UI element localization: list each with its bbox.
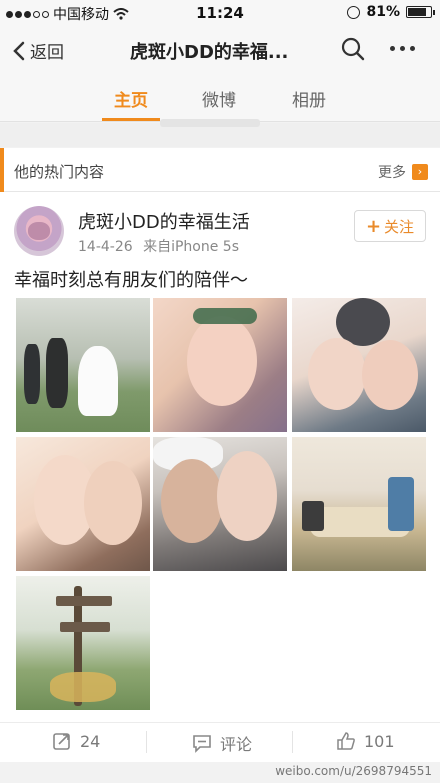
comment-label: 评论 — [220, 735, 253, 754]
photo-thumbnail[interactable] — [292, 437, 426, 571]
hot-content-header: 他的热门内容 更多 › — [0, 148, 440, 192]
avatar[interactable] — [14, 206, 64, 256]
search-icon[interactable] — [340, 36, 366, 62]
divider — [292, 731, 293, 753]
profile-tabs: 主页 微博 相册 — [0, 74, 440, 122]
repost-count: 24 — [80, 731, 101, 751]
section-gap — [0, 119, 440, 147]
rotation-lock-icon — [347, 5, 361, 19]
status-right: 81% — [347, 4, 435, 20]
plus-icon: + — [365, 215, 382, 237]
hot-content-title: 他的热门内容 — [14, 163, 105, 181]
post-card: 虎斑小DD的幸福生活 14-4-26 来自iPhone 5s + 关注 幸福时刻… — [0, 192, 440, 722]
chevron-left-icon — [13, 41, 25, 60]
photo-thumbnail[interactable] — [16, 576, 150, 710]
like-button[interactable]: 101 — [336, 731, 395, 751]
post-action-bar: 24 评论 101 — [0, 722, 440, 762]
more-icon[interactable] — [390, 46, 415, 51]
author-name[interactable]: 虎斑小DD的幸福生活 — [78, 208, 250, 234]
section-accent-bar — [0, 148, 4, 192]
thumbs-up-icon — [337, 732, 355, 750]
divider — [146, 731, 147, 753]
photo-thumbnail[interactable] — [153, 437, 287, 571]
chevron-right-icon: › — [412, 164, 428, 180]
tab-home[interactable]: 主页 — [114, 86, 148, 111]
watermark: weibo.com/u/2698794551 — [275, 764, 432, 778]
follow-label: 关注 — [384, 217, 415, 236]
back-label: 返回 — [30, 43, 64, 63]
more-link[interactable]: 更多 › — [378, 162, 428, 182]
comment-icon — [193, 735, 211, 753]
follow-button[interactable]: + 关注 — [354, 210, 426, 242]
post-text: 幸福时刻总有朋友们的陪伴～ — [14, 270, 248, 291]
post-source: 来自iPhone 5s — [143, 239, 240, 255]
repost-button[interactable]: 24 — [52, 731, 100, 751]
tab-underline — [102, 118, 160, 121]
tab-weibo[interactable]: 微博 — [202, 86, 236, 111]
repost-icon — [53, 733, 70, 750]
like-count: 101 — [364, 731, 395, 751]
post-meta: 14-4-26 来自iPhone 5s — [78, 236, 239, 256]
more-label: 更多 — [378, 165, 406, 181]
photo-thumbnail[interactable] — [16, 437, 150, 571]
battery-icon — [406, 6, 435, 18]
comment-button[interactable]: 评论 — [192, 731, 252, 755]
page-title: 虎斑小DD的幸福... — [130, 42, 289, 63]
status-bar: 中国移动 11:24 81% — [0, 0, 440, 26]
photo-thumbnail[interactable] — [16, 298, 150, 432]
post-date: 14-4-26 — [78, 239, 133, 255]
nav-bar: 返回 虎斑小DD的幸福... — [0, 26, 440, 74]
battery-percent: 81% — [366, 4, 400, 20]
photo-thumbnail[interactable] — [153, 298, 287, 432]
back-button[interactable]: 返回 — [12, 38, 64, 63]
photo-thumbnail[interactable] — [292, 298, 426, 432]
tab-album[interactable]: 相册 — [292, 86, 326, 111]
